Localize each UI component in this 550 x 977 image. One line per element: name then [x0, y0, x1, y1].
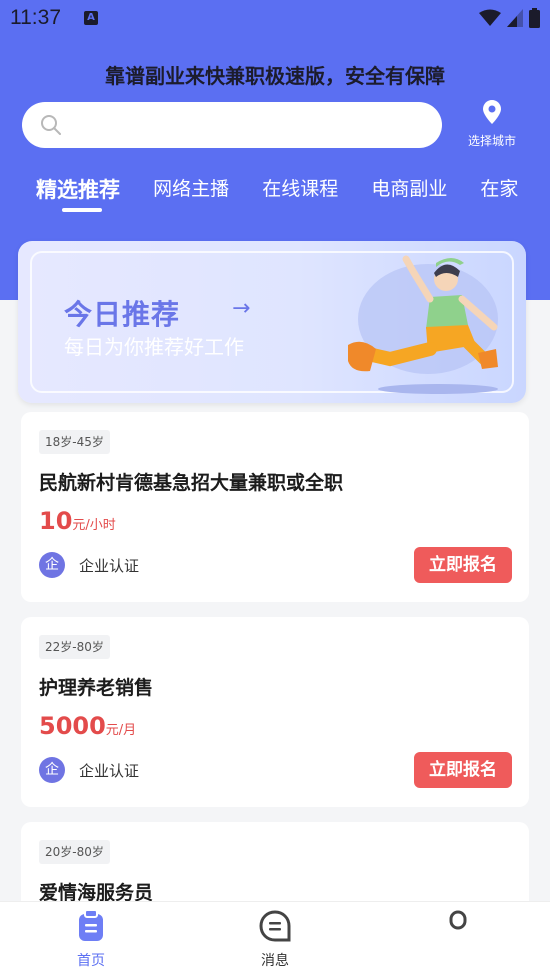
nav-messages[interactable]: 消息	[235, 910, 315, 970]
location-pin-icon	[483, 100, 501, 124]
status-bar: 11:37 A	[0, 0, 550, 36]
battery-icon	[529, 8, 540, 28]
running-person-illustration	[348, 255, 498, 394]
job-pay: 10元/小时	[39, 507, 116, 535]
daily-recommend-banner[interactable]: 今日推荐 → 每日为你推荐好工作	[18, 241, 526, 403]
verification-label: 企业认证	[79, 761, 140, 780]
search-input[interactable]	[22, 102, 442, 148]
tab-streamer[interactable]: 网络主播	[153, 174, 229, 201]
job-card[interactable]: 18岁-45岁 民航新村肯德基急招大量兼职或全职 10元/小时 企 企业认证 立…	[21, 412, 529, 602]
tab-featured[interactable]: 精选推荐	[36, 174, 120, 212]
pay-amount: 5000	[39, 712, 106, 740]
age-range-tag: 20岁-80岁	[39, 840, 110, 864]
apply-now-button[interactable]: 立即报名	[414, 752, 512, 788]
company-verification: 企 企业认证	[39, 757, 139, 783]
tab-at-home[interactable]: 在家	[480, 174, 518, 201]
banner-title: 今日推荐	[64, 298, 181, 331]
enterprise-badge-icon: 企	[39, 552, 65, 578]
city-label: 选择城市	[467, 134, 516, 148]
home-clipboard-icon	[79, 909, 103, 941]
wifi-icon	[479, 9, 501, 26]
pay-amount: 10	[39, 507, 73, 535]
job-card[interactable]: 22岁-80岁 护理养老销售 5000元/月 企 企业认证 立即报名	[21, 617, 529, 807]
company-verification: 企 企业认证	[39, 552, 139, 578]
signal-icon	[507, 9, 523, 27]
nav-home-label: 首页	[77, 953, 105, 969]
tab-online-course[interactable]: 在线课程	[262, 174, 338, 201]
banner-subtitle: 每日为你推荐好工作	[64, 335, 244, 359]
status-icons	[479, 8, 540, 28]
search-icon	[41, 115, 61, 135]
nav-messages-label: 消息	[261, 953, 289, 969]
job-title: 民航新村肯德基急招大量兼职或全职	[39, 472, 344, 494]
pay-unit: 元/小时	[72, 518, 116, 533]
category-tabs: 精选推荐 网络主播 在线课程 电商副业 在家	[36, 174, 550, 218]
job-title: 护理养老销售	[39, 677, 154, 699]
job-pay: 5000元/月	[39, 712, 136, 740]
verification-label: 企业认证	[79, 556, 140, 575]
slogan-text: 靠谱副业来快兼职极速版，安全有保障	[105, 64, 445, 88]
enterprise-badge-icon: 企	[39, 757, 65, 783]
age-range-tag: 22岁-80岁	[39, 635, 110, 659]
age-range-tag: 18岁-45岁	[39, 430, 110, 454]
nav-profile[interactable]	[418, 910, 498, 938]
arrow-right-icon: →	[232, 296, 251, 321]
status-time: 11:37	[10, 6, 61, 29]
city-selector[interactable]: 选择城市	[462, 100, 522, 149]
tab-ecommerce[interactable]: 电商副业	[371, 174, 447, 201]
apply-now-button[interactable]: 立即报名	[414, 547, 512, 583]
message-icon	[259, 910, 291, 942]
bottom-navigation: 首页 消息	[0, 901, 550, 977]
notification-icon: A	[84, 11, 98, 25]
pay-unit: 元/月	[105, 723, 137, 738]
profile-icon	[449, 910, 467, 930]
nav-home[interactable]: 首页	[51, 909, 131, 970]
